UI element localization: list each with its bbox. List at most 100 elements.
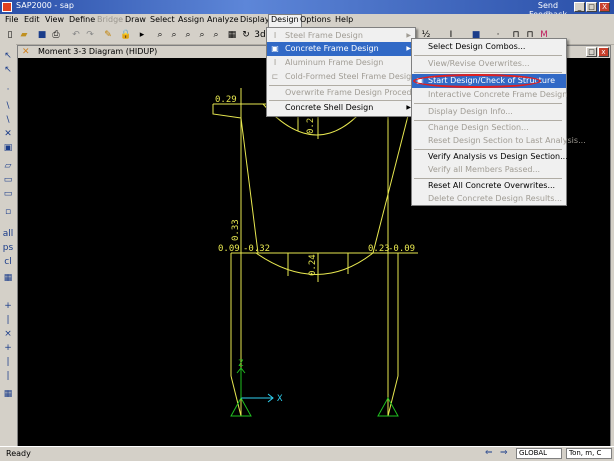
menu-item-change-design-section[interactable]: Change Design Section...	[412, 121, 566, 135]
moment-label: 0.29	[215, 95, 237, 105]
menu-file[interactable]: File	[5, 15, 18, 24]
arrow-left-icon[interactable]: ⇐	[485, 448, 493, 458]
pan-icon[interactable]: ⌕	[210, 29, 222, 41]
app-icon	[2, 2, 12, 12]
arrow-right-icon[interactable]: ⇒	[500, 448, 508, 458]
undo-icon[interactable]: ↶	[70, 29, 82, 41]
reshape-icon[interactable]: ↖	[2, 64, 14, 76]
run-analysis-icon[interactable]: ▸	[136, 29, 148, 41]
menu-item-steel-frame-design[interactable]: I Steel Frame Design ▶	[267, 29, 415, 43]
draw-solid-icon[interactable]: ▫	[2, 206, 14, 218]
menu-item-display-design-info[interactable]: Display Design Info...	[412, 105, 566, 119]
x-axis-arrow	[241, 393, 274, 403]
open-folder-icon[interactable]: ▰	[18, 29, 30, 41]
3d-view-icon[interactable]: 3d	[254, 29, 266, 41]
send-feedback-button[interactable]: Send Feedback	[525, 1, 571, 19]
menu-bridge[interactable]: Bridge	[97, 15, 123, 24]
menu-item-cold-formed-steel-design[interactable]: ⊏ Cold-Formed Steel Frame Design	[267, 70, 417, 84]
maximize-button[interactable]: □	[586, 2, 597, 12]
clear-select-icon[interactable]: cl	[2, 256, 14, 268]
zoom-out-icon[interactable]: ⌕	[196, 29, 208, 41]
left-lower-moment	[230, 253, 242, 417]
right-lower-moment	[387, 253, 399, 417]
print-icon[interactable]: ⎙	[50, 29, 62, 41]
menu-item-overwrite-procedure[interactable]: Overwrite Frame Design Procedure...	[267, 86, 432, 100]
snap-joint-icon[interactable]: +	[2, 300, 14, 312]
refresh-icon[interactable]: ↻	[240, 29, 252, 41]
draw-poly-icon[interactable]: ▱	[2, 160, 14, 172]
draw-joint-icon[interactable]: ·	[2, 84, 14, 96]
snap-end-icon[interactable]: |	[2, 314, 14, 326]
save-icon[interactable]: ■	[36, 29, 48, 41]
menu-select[interactable]: Select	[150, 15, 175, 24]
xy-view-icon[interactable]: ▦	[226, 29, 238, 41]
menu-display[interactable]: Display	[240, 15, 270, 24]
grid-icon[interactable]: ▦	[2, 272, 14, 284]
minimize-button[interactable]: _	[574, 2, 585, 12]
menu-item-select-design-combos[interactable]: Select Design Combos...	[412, 40, 566, 54]
moment-label: -0.32	[243, 244, 270, 254]
window-title: SAP2000 - sap	[16, 1, 75, 10]
menu-separator	[414, 72, 562, 73]
draw-area-icon[interactable]: ▣	[2, 142, 14, 154]
menu-analyze[interactable]: Analyze	[207, 15, 239, 24]
menu-item-concrete-shell-design[interactable]: Concrete Shell Design ▶	[267, 101, 415, 115]
close-button[interactable]: X	[599, 2, 610, 12]
aluminum-frame-icon: I	[273, 58, 277, 67]
menu-item-aluminum-frame-design[interactable]: I Aluminum Frame Design	[267, 56, 415, 70]
menu-item-reset-concrete-overwrites[interactable]: Reset All Concrete Overwrites...	[412, 179, 566, 193]
menu-edit[interactable]: Edit	[24, 15, 40, 24]
menu-item-concrete-frame-design[interactable]: ▣ Concrete Frame Design ▶	[267, 42, 415, 56]
moment-label: 0.33	[231, 219, 241, 241]
select-all-icon[interactable]: all	[2, 228, 14, 240]
menu-separator	[414, 55, 562, 56]
pencil-icon[interactable]: ✎	[102, 29, 114, 41]
snap-line-icon[interactable]: |	[2, 370, 14, 382]
left-column-moment	[240, 117, 259, 254]
status-bar: Ready ⇐ ⇒ GLOBAL Ton, m, C	[0, 446, 614, 461]
menu-item-view-revise-overwrites[interactable]: View/Revise Overwrites...	[412, 57, 566, 71]
pointer-icon[interactable]: ↖	[2, 50, 14, 62]
lock-icon[interactable]: 🔒	[120, 29, 132, 41]
menu-define[interactable]: Define	[69, 15, 95, 24]
snap-perp-icon[interactable]: |	[2, 356, 14, 368]
snap-mid-icon[interactable]: ×	[2, 328, 14, 340]
menu-assign[interactable]: Assign	[178, 15, 204, 24]
menu-view[interactable]: View	[45, 15, 64, 24]
annotation-ring	[413, 74, 541, 88]
menu-item-reset-design-section[interactable]: Reset Design Section to Last Analysis...	[412, 134, 586, 148]
snap-intersect-icon[interactable]: +	[2, 342, 14, 354]
draw-link-icon[interactable]: ✕	[2, 128, 14, 140]
previous-select-icon[interactable]: ps	[2, 242, 14, 254]
draw-frame2-icon[interactable]: \	[2, 114, 14, 126]
menu-draw[interactable]: Draw	[125, 15, 146, 24]
steel-frame-icon: I	[273, 31, 277, 40]
menu-design[interactable]: Design	[268, 14, 302, 28]
coordinate-system-select[interactable]: GLOBAL	[516, 448, 562, 459]
zoom-full-icon[interactable]: ⌕	[168, 29, 180, 41]
zoom-in-icon[interactable]: ⌕	[182, 29, 194, 41]
draw-quad-icon[interactable]: ▭	[2, 188, 14, 200]
menu-item-delete-design-results[interactable]: Delete Concrete Design Results...	[412, 192, 566, 206]
cold-formed-icon: ⊏	[271, 72, 279, 81]
snap-grid-icon[interactable]: ▦	[2, 388, 14, 400]
new-file-icon[interactable]: ▯	[4, 29, 16, 41]
moment-label: 0.23	[368, 244, 390, 254]
zoom-window-icon[interactable]: ⌕	[154, 29, 166, 41]
concrete-frame-icon: ▣	[271, 44, 279, 53]
draw-rect-icon[interactable]: ▭	[2, 174, 14, 186]
redo-icon[interactable]: ↷	[84, 29, 96, 41]
menu-options[interactable]: Options	[300, 15, 331, 24]
draw-frame-icon[interactable]: \	[2, 100, 14, 112]
menu-help[interactable]: Help	[335, 15, 353, 24]
z-axis-arrow	[236, 367, 246, 398]
concrete-frame-design-submenu: Select Design Combos... View/Revise Over…	[411, 38, 586, 206]
menu-item-verify-analysis[interactable]: Verify Analysis vs Design Section...	[412, 150, 568, 164]
moment-label: -0.09	[388, 244, 415, 254]
left-toolbar: ↖ ↖ · \ \ ✕ ▣ ▱ ▭ ▭ ▫ all ps cl ▦ + | × …	[0, 44, 16, 446]
units-select[interactable]: Ton, m, C	[566, 448, 612, 459]
x-axis-label: X	[277, 394, 283, 404]
menu-item-verify-members-passed[interactable]: Verify all Members Passed...	[412, 163, 566, 177]
menu-item-interactive-design[interactable]: Interactive Concrete Frame Design	[412, 88, 567, 102]
status-ready: Ready	[6, 449, 31, 458]
